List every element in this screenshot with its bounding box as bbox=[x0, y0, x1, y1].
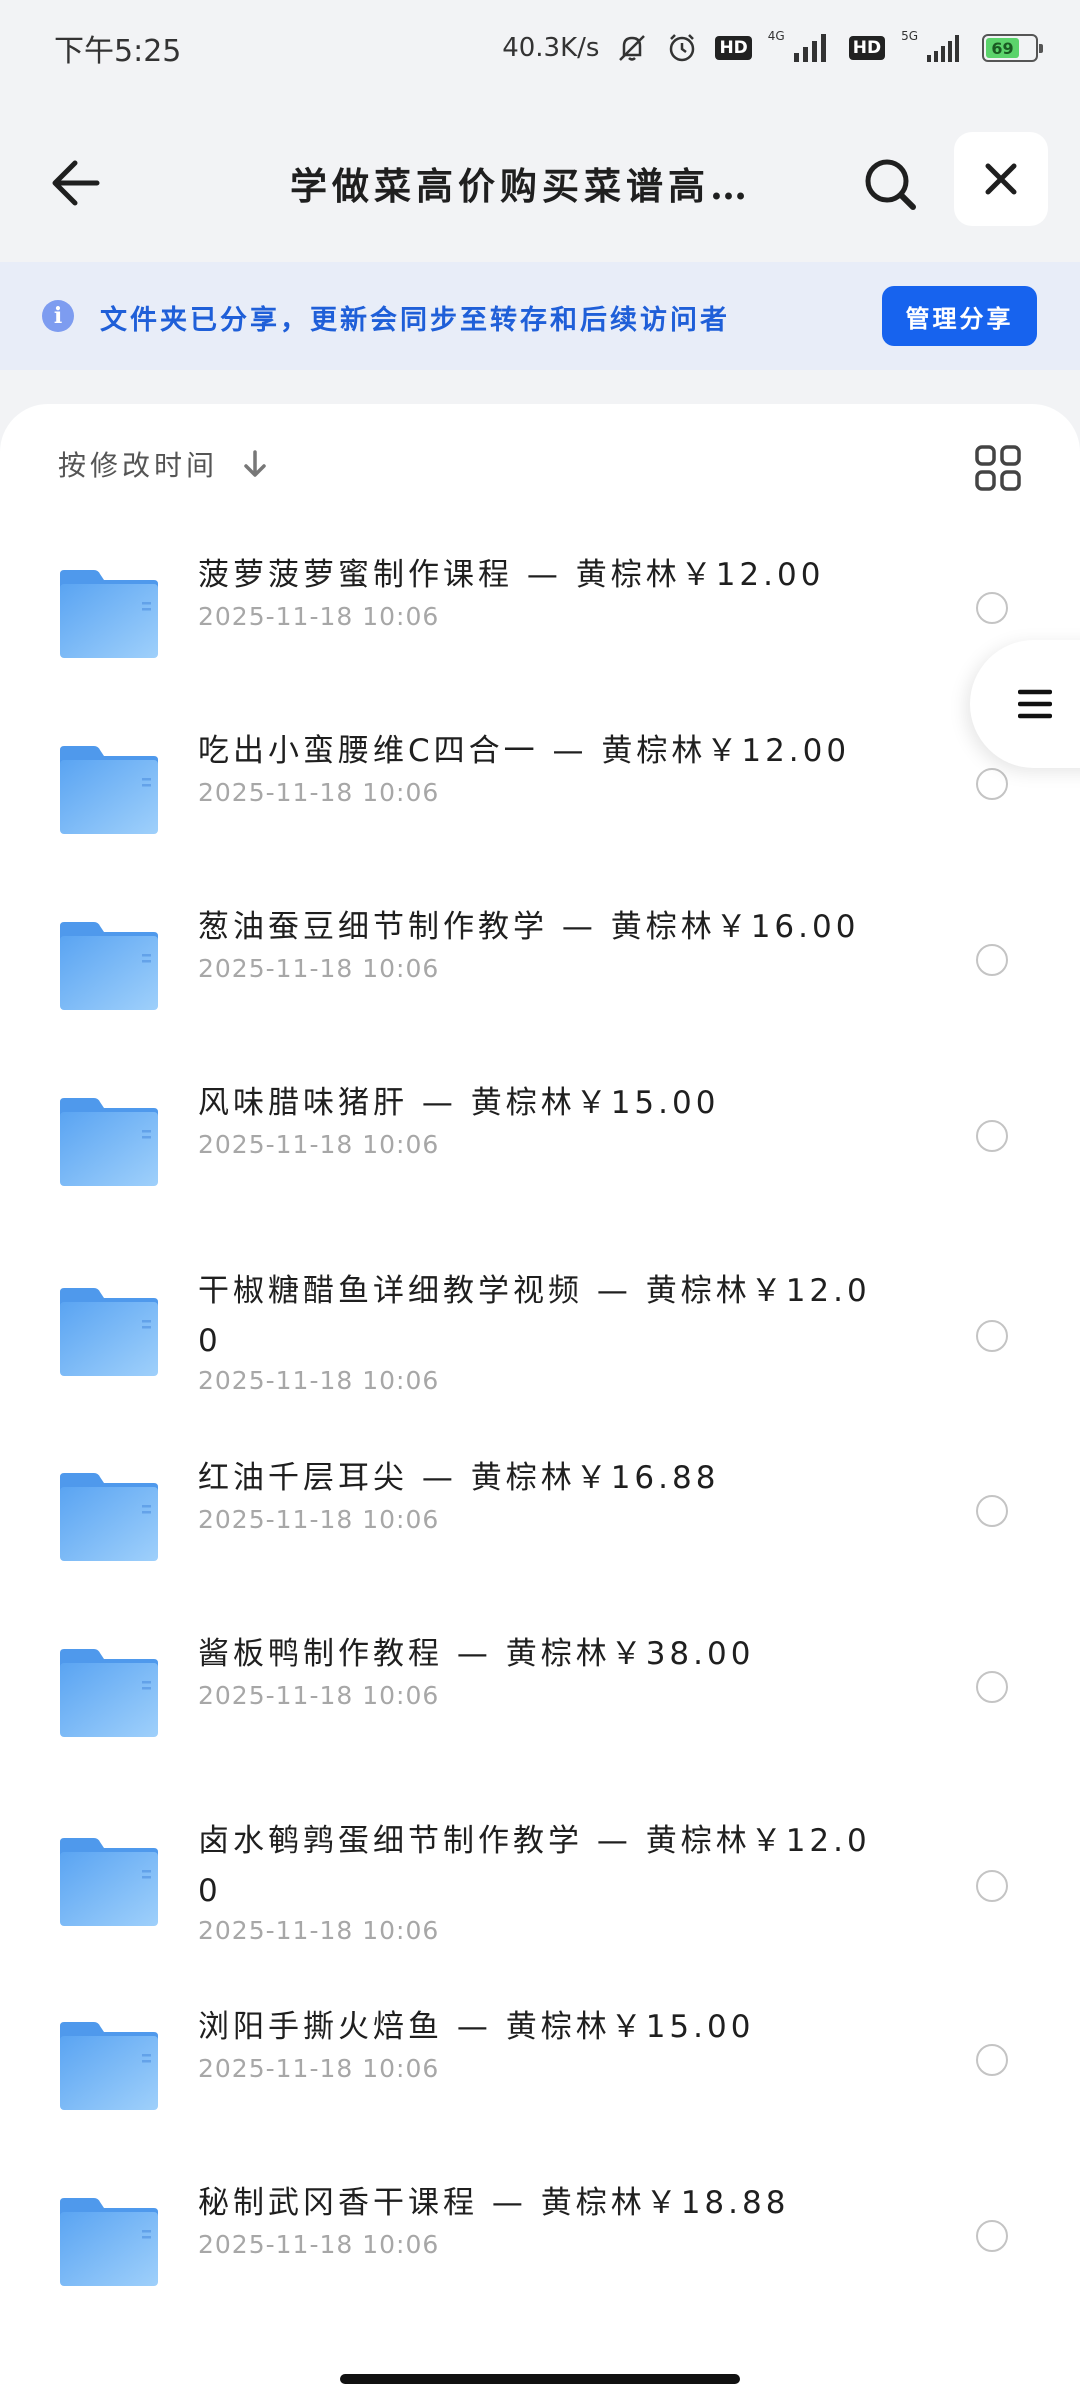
file-name: 菠萝菠萝蜜制作课程 — 黄棕林￥12.00 bbox=[198, 557, 825, 593]
file-row[interactable]: 吃出小蛮腰维C四合一 — 黄棕林￥12.00 2025-11-18 10:06 bbox=[0, 720, 1080, 870]
folder-icon bbox=[60, 1288, 158, 1376]
home-indicator[interactable] bbox=[340, 2374, 740, 2384]
alarm-icon bbox=[665, 31, 699, 65]
folder-icon bbox=[60, 1473, 158, 1561]
select-radio[interactable] bbox=[976, 592, 1008, 624]
status-icons: 40.3K/s HD 4G HD 5G 69 bbox=[502, 29, 1043, 65]
file-name: 红油千层耳尖 — 黄棕林￥16.88 bbox=[198, 1460, 720, 1496]
search-button[interactable] bbox=[852, 146, 928, 222]
file-row[interactable]: 卤水鹌鹑蛋细节制作教学 — 黄棕林￥12.00 2025-11-18 10:06 bbox=[0, 1810, 1080, 1980]
file-row[interactable]: 葱油蚕豆细节制作教学 — 黄棕林￥16.00 2025-11-18 10:06 bbox=[0, 896, 1080, 1046]
share-notice-text: 文件夹已分享，更新会同步至转存和后续访问者 bbox=[100, 305, 730, 336]
arrow-down-icon bbox=[244, 450, 266, 477]
folder-icon bbox=[60, 2198, 158, 2286]
battery-icon: 69 bbox=[982, 34, 1043, 62]
menu-icon bbox=[1018, 689, 1052, 719]
file-date: 2025-11-18 10:06 bbox=[198, 1366, 440, 1395]
file-date: 2025-11-18 10:06 bbox=[198, 2054, 440, 2083]
network-type: 4G bbox=[767, 29, 785, 43]
arrow-left-icon bbox=[52, 160, 100, 206]
file-row[interactable]: 风味腊味猪肝 — 黄棕林￥15.00 2025-11-18 10:06 bbox=[0, 1072, 1080, 1222]
grid-view-button[interactable] bbox=[974, 444, 1022, 492]
select-radio[interactable] bbox=[976, 2220, 1008, 2252]
select-radio[interactable] bbox=[976, 944, 1008, 976]
file-date: 2025-11-18 10:06 bbox=[198, 2230, 440, 2259]
folder-icon bbox=[60, 1649, 158, 1737]
file-row[interactable]: 浏阳手撕火焙鱼 — 黄棕林￥15.00 2025-11-18 10:06 bbox=[0, 1996, 1080, 2146]
file-date: 2025-11-18 10:06 bbox=[198, 1505, 440, 1534]
file-row[interactable]: 干椒糖醋鱼详细教学视频 — 黄棕林￥12.00 2025-11-18 10:06 bbox=[0, 1260, 1080, 1430]
select-radio[interactable] bbox=[976, 2044, 1008, 2076]
signal-icon bbox=[793, 33, 833, 63]
folder-icon bbox=[60, 746, 158, 834]
search-icon bbox=[865, 159, 916, 210]
select-radio[interactable] bbox=[976, 768, 1008, 800]
file-date: 2025-11-18 10:06 bbox=[198, 954, 440, 983]
status-bar: 下午5:25 40.3K/s HD 4G HD 5G 69 bbox=[0, 0, 1080, 96]
file-name: 秘制武冈香干课程 — 黄棕林￥18.88 bbox=[198, 2185, 790, 2221]
manage-share-button[interactable]: 管理分享 bbox=[882, 286, 1037, 346]
signal-icon bbox=[926, 33, 966, 63]
share-banner: i 文件夹已分享，更新会同步至转存和后续访问者 管理分享 bbox=[0, 262, 1080, 370]
select-radio[interactable] bbox=[976, 1120, 1008, 1152]
file-row[interactable]: 红油千层耳尖 — 黄棕林￥16.88 2025-11-18 10:06 bbox=[0, 1447, 1080, 1597]
file-row[interactable]: 菠萝菠萝蜜制作课程 — 黄棕林￥12.00 2025-11-18 10:06 bbox=[0, 544, 1080, 694]
back-button[interactable] bbox=[40, 148, 110, 218]
folder-icon bbox=[60, 1098, 158, 1186]
nav-bar: 学做菜高价购买菜谱高… bbox=[0, 110, 1080, 260]
sort-label: 按修改时间 bbox=[58, 449, 219, 482]
folder-icon bbox=[60, 922, 158, 1010]
folder-icon bbox=[60, 1838, 158, 1926]
info-icon: i bbox=[42, 300, 74, 332]
select-radio[interactable] bbox=[976, 1870, 1008, 1902]
file-name: 酱板鸭制作教程 — 黄棕林￥38.00 bbox=[198, 1636, 755, 1672]
file-date: 2025-11-18 10:06 bbox=[198, 1916, 440, 1945]
file-name: 葱油蚕豆细节制作教学 — 黄棕林￥16.00 bbox=[198, 909, 860, 945]
select-radio[interactable] bbox=[976, 1495, 1008, 1527]
file-date: 2025-11-18 10:06 bbox=[198, 1681, 440, 1710]
close-icon bbox=[985, 163, 1017, 195]
select-radio[interactable] bbox=[976, 1320, 1008, 1352]
status-time: 下午5:25 bbox=[54, 34, 182, 69]
battery-level: 69 bbox=[986, 38, 1020, 58]
hd-badge: HD bbox=[715, 36, 752, 60]
file-name: 卤水鹌鹑蛋细节制作教学 — 黄棕林￥12.00 bbox=[198, 1823, 871, 1909]
file-list-panel: 按修改时间 菠萝菠萝蜜制作课程 — 黄棕林￥12.00 2025-11-18 10… bbox=[0, 404, 1080, 2400]
net-speed: 40.3K/s bbox=[502, 33, 600, 63]
file-date: 2025-11-18 10:06 bbox=[198, 602, 440, 631]
close-button[interactable] bbox=[954, 132, 1048, 226]
file-row[interactable]: 秘制武冈香干课程 — 黄棕林￥18.88 2025-11-18 10:06 bbox=[0, 2172, 1080, 2322]
file-date: 2025-11-18 10:06 bbox=[198, 778, 440, 807]
file-name: 浏阳手撕火焙鱼 — 黄棕林￥15.00 bbox=[198, 2009, 755, 2045]
grid-view-icon bbox=[975, 445, 1021, 491]
folder-icon bbox=[60, 570, 158, 658]
network-type: 5G bbox=[901, 29, 918, 43]
mute-bell-icon bbox=[615, 31, 649, 65]
file-name: 干椒糖醋鱼详细教学视频 — 黄棕林￥12.00 bbox=[198, 1273, 871, 1359]
folder-icon bbox=[60, 2022, 158, 2110]
file-row[interactable]: 酱板鸭制作教程 — 黄棕林￥38.00 2025-11-18 10:06 bbox=[0, 1623, 1080, 1773]
file-date: 2025-11-18 10:06 bbox=[198, 1130, 440, 1159]
page-title: 学做菜高价购买菜谱高… bbox=[290, 164, 752, 208]
file-name: 吃出小蛮腰维C四合一 — 黄棕林￥12.00 bbox=[198, 733, 851, 769]
hd-badge: HD bbox=[848, 36, 886, 60]
select-radio[interactable] bbox=[976, 1671, 1008, 1703]
sort-control[interactable]: 按修改时间 bbox=[58, 444, 270, 484]
file-name: 风味腊味猪肝 — 黄棕林￥15.00 bbox=[198, 1085, 720, 1121]
